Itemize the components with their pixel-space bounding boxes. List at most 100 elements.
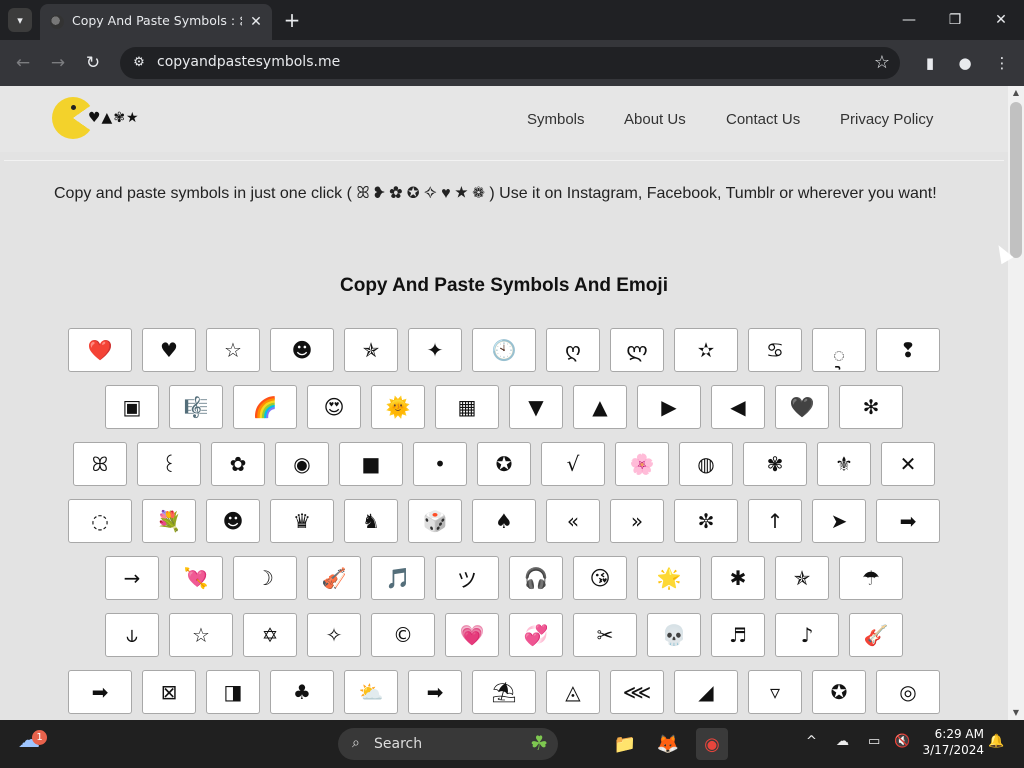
nav-contact-us[interactable]: Contact Us — [726, 111, 800, 128]
symbol-copy-button[interactable]: ◀ — [711, 385, 765, 429]
symbol-copy-button[interactable]: ▲ — [573, 385, 627, 429]
symbol-copy-button[interactable]: ▣ — [105, 385, 159, 429]
symbol-copy-button[interactable]: ◉ — [275, 442, 329, 486]
symbol-copy-button[interactable]: ✿ — [211, 442, 265, 486]
tray-chevron-icon[interactable]: ^ — [806, 734, 817, 749]
reload-button[interactable]: ↻ — [80, 50, 106, 76]
symbol-copy-button[interactable]: √ — [541, 442, 605, 486]
symbol-copy-button[interactable]: ◍ — [679, 442, 733, 486]
symbol-copy-button[interactable]: ➡ — [876, 499, 940, 543]
symbol-copy-button[interactable]: → — [105, 556, 159, 600]
symbol-copy-button[interactable]: ➡ — [408, 670, 462, 714]
symbol-copy-button[interactable]: » — [610, 499, 664, 543]
symbol-copy-button[interactable]: 💞 — [509, 613, 563, 657]
symbol-copy-button[interactable]: 🎻 — [307, 556, 361, 600]
symbol-copy-button[interactable]: • — [413, 442, 467, 486]
symbol-copy-button[interactable]: 🎼 — [169, 385, 223, 429]
volume-muted-icon[interactable]: 🔇 — [894, 734, 910, 749]
symbol-copy-button[interactable]: ⫝ — [105, 613, 159, 657]
symbol-copy-button[interactable]: ▦ — [435, 385, 499, 429]
minimize-button[interactable]: — — [886, 0, 932, 40]
symbol-copy-button[interactable]: ᢩ — [812, 328, 866, 372]
symbol-copy-button[interactable]: ➡ — [68, 670, 132, 714]
symbol-copy-button[interactable]: ▶ — [637, 385, 701, 429]
firefox-icon[interactable]: 🦊 — [652, 728, 684, 760]
symbol-copy-button[interactable]: ✱ — [711, 556, 765, 600]
symbol-copy-button[interactable]: ⛅ — [344, 670, 398, 714]
symbol-copy-button[interactable]: ꒰ — [137, 442, 201, 486]
symbol-copy-button[interactable]: ꕤ — [73, 442, 127, 486]
side-panel-icon[interactable]: ▮ — [917, 50, 943, 76]
symbol-copy-button[interactable]: ✫ — [674, 328, 738, 372]
symbol-copy-button[interactable]: ⚜ — [817, 442, 871, 486]
symbol-copy-button[interactable]: ✧ — [307, 613, 361, 657]
symbol-copy-button[interactable]: ▼ — [509, 385, 563, 429]
symbol-copy-button[interactable]: ♠ — [472, 499, 536, 543]
symbol-copy-button[interactable]: 🌟 — [637, 556, 701, 600]
symbol-copy-button[interactable]: 🕙 — [472, 328, 536, 372]
symbol-copy-button[interactable]: ◬ — [546, 670, 600, 714]
symbol-copy-button[interactable]: ☆ — [206, 328, 260, 372]
symbol-copy-button[interactable]: ▿ — [748, 670, 802, 714]
symbol-copy-button[interactable]: ⋘ — [610, 670, 664, 714]
network-icon[interactable]: ▭ — [868, 734, 880, 749]
symbol-copy-button[interactable]: ✼ — [674, 499, 738, 543]
scroll-down-arrow-icon[interactable]: ▼ — [1008, 706, 1024, 720]
symbol-copy-button[interactable]: ✾ — [743, 442, 807, 486]
profile-icon[interactable]: ● — [952, 50, 978, 76]
symbol-copy-button[interactable]: ♣ — [270, 670, 334, 714]
symbol-copy-button[interactable]: ◌ — [68, 499, 132, 543]
symbol-copy-button[interactable]: 😍 — [307, 385, 361, 429]
symbol-copy-button[interactable]: ◨ — [206, 670, 260, 714]
symbol-copy-button[interactable]: 😘 — [573, 556, 627, 600]
symbol-copy-button[interactable]: ♪ — [775, 613, 839, 657]
symbol-copy-button[interactable]: ✻ — [839, 385, 903, 429]
symbol-copy-button[interactable]: ♋ — [748, 328, 802, 372]
symbol-copy-button[interactable]: ✂ — [573, 613, 637, 657]
symbol-copy-button[interactable]: ■ — [339, 442, 403, 486]
menu-icon[interactable]: ⋮ — [989, 50, 1015, 76]
symbol-copy-button[interactable]: 💀 — [647, 613, 701, 657]
back-button[interactable]: ← — [10, 50, 36, 76]
nav-about-us[interactable]: About Us — [624, 111, 686, 128]
onedrive-icon[interactable]: ☁ — [836, 734, 849, 749]
symbol-copy-button[interactable]: ☆ — [169, 613, 233, 657]
symbol-copy-button[interactable]: ლ — [610, 328, 664, 372]
site-logo[interactable]: ♥▲✾★ — [52, 96, 147, 142]
taskbar-clock[interactable]: 6:29 AM 3/17/2024 — [922, 726, 984, 758]
file-explorer-icon[interactable]: 📁 — [609, 728, 641, 760]
symbol-copy-button[interactable]: ❤️ — [68, 328, 132, 372]
notification-bell-icon[interactable]: 🔔 — [988, 734, 1004, 749]
symbol-copy-button[interactable]: « — [546, 499, 600, 543]
forward-button[interactable]: → — [45, 50, 71, 76]
tab-search-button[interactable]: ▾ — [8, 8, 32, 32]
symbol-copy-button[interactable]: ♥ — [142, 328, 196, 372]
symbol-copy-button[interactable]: ✪ — [477, 442, 531, 486]
bookmark-star-icon[interactable]: ☆ — [874, 52, 890, 73]
symbol-copy-button[interactable]: ❢ — [876, 328, 940, 372]
scroll-up-arrow-icon[interactable]: ▲ — [1008, 86, 1024, 100]
symbol-copy-button[interactable]: 💘 — [169, 556, 223, 600]
symbol-copy-button[interactable]: 🎵 — [371, 556, 425, 600]
symbol-copy-button[interactable]: ✯ — [344, 328, 398, 372]
nav-privacy-policy[interactable]: Privacy Policy — [840, 111, 933, 128]
active-tab[interactable]: Copy And Paste Symbols : ⊱⭑☾ ✕ — [40, 4, 272, 40]
new-tab-button[interactable]: + — [282, 8, 302, 32]
url-text[interactable]: copyandpastesymbols.me — [157, 54, 340, 70]
symbol-copy-button[interactable]: 💗 — [445, 613, 499, 657]
symbol-copy-button[interactable]: ◢ — [674, 670, 738, 714]
scrollbar-thumb[interactable] — [1010, 102, 1022, 258]
symbol-copy-button[interactable]: ღ — [546, 328, 600, 372]
symbol-copy-button[interactable]: ♞ — [344, 499, 398, 543]
chrome-icon[interactable]: ◉ — [696, 728, 728, 760]
symbol-copy-button[interactable]: 🎧 — [509, 556, 563, 600]
symbol-copy-button[interactable]: © — [371, 613, 435, 657]
symbol-copy-button[interactable]: 🎲 — [408, 499, 462, 543]
symbol-copy-button[interactable]: ✦ — [408, 328, 462, 372]
page-scrollbar[interactable]: ▲ ▼ — [1008, 86, 1024, 720]
symbol-copy-button[interactable]: 🌸 — [615, 442, 669, 486]
symbol-copy-button[interactable]: ✯ — [775, 556, 829, 600]
symbol-copy-button[interactable]: ◎ — [876, 670, 940, 714]
symbol-copy-button[interactable]: ♛ — [270, 499, 334, 543]
symbol-copy-button[interactable]: 💐 — [142, 499, 196, 543]
